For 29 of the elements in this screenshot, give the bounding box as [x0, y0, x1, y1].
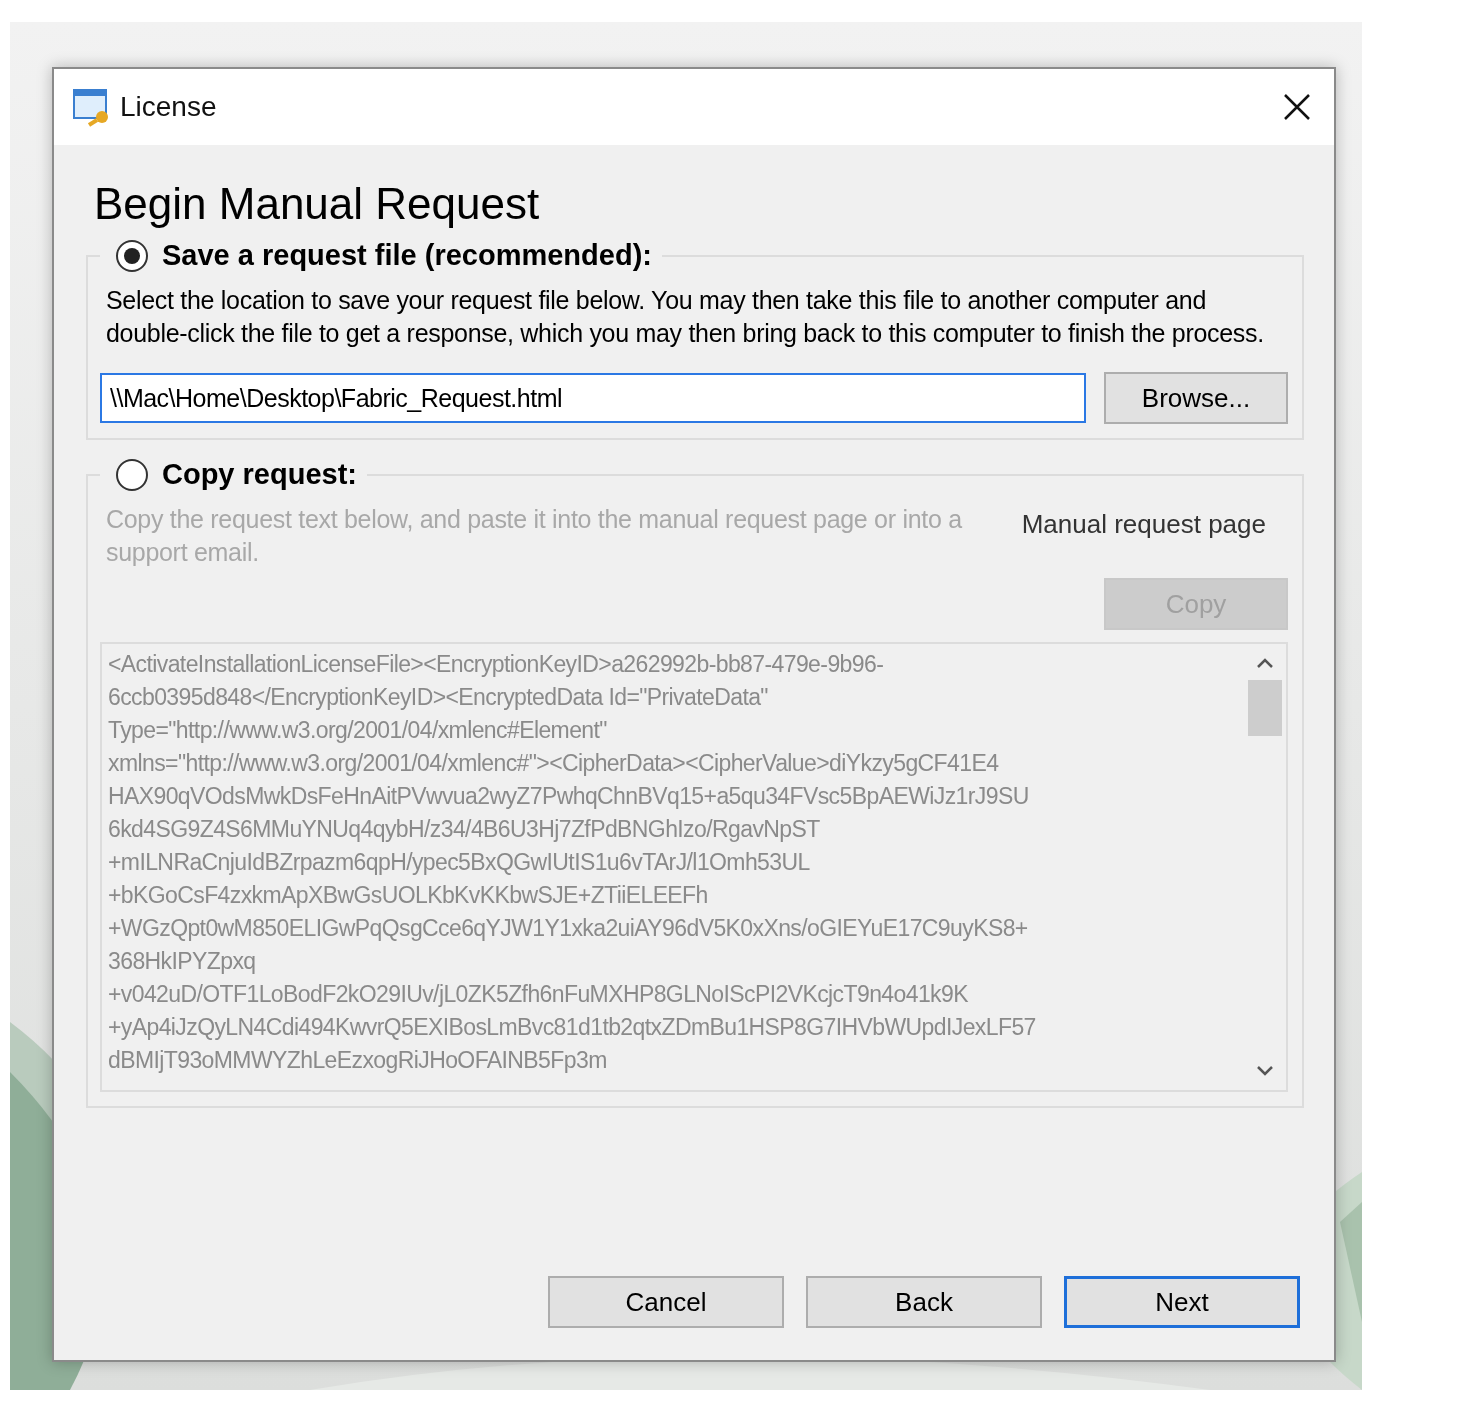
option-label[interactable]: Copy request: — [162, 458, 357, 491]
manual-request-link[interactable]: Manual request page — [1021, 509, 1266, 540]
option-label[interactable]: Save a request file (recommended): — [162, 239, 652, 272]
request-text-line: <ActivateInstallationLicenseFile><EncryptionKeyID>a262992b-bb87-479e-9b96- — [108, 650, 885, 679]
request-text-line: 368HkIPYZpxq — [108, 947, 257, 976]
request-text-line: 6kd4SG9Z4S6MMuYNUq4qybH/z34/4B6U3Hj7ZfPdBNGhIzo/RgavNpST — [108, 815, 821, 844]
scroll-thumb[interactable] — [1248, 680, 1282, 736]
file-path-field[interactable]: \\Mac\Home\Desktop\Fabric_Request.html — [100, 373, 1086, 423]
request-text-line: 6ccb0395d848</EncryptionKeyID><EncryptedData Id="PrivateData" — [108, 683, 769, 712]
dialog-button[interactable]: Cancel — [548, 1276, 784, 1328]
request-text-line: +bKGoCsF4zxkmApXBwGsUOLKbKvKKbwSJE+ZTiiELEEFh — [108, 881, 709, 910]
request-text-line: +mILNRaCnjuIdBZrpazm6qpH/ypec5BxQGwIUtIS1u6vTArJ/l1Omh53UL — [108, 848, 811, 877]
request-text-area[interactable] — [100, 642, 1288, 1092]
request-text-line: xmlns="http://www.w3.org/2001/04/xmlenc#"><CipherData><CipherValue>diYkzy5gCF41E4 — [108, 749, 1000, 778]
request-text-line: +yAp4iJzQyLN4Cdi494KwvrQ5EXIBosLmBvc81d1tb2qtxZDmBu1HSP8G7IHVbWUpdIJexLF57 — [108, 1013, 1037, 1042]
page-heading: Begin Manual Request — [94, 179, 541, 229]
radio-button[interactable] — [116, 239, 148, 272]
radio-button[interactable] — [116, 458, 148, 491]
request-text-line: dBMIjT93oMMWYZhLeEzxogRiJHoOFAINB5Fp3m — [108, 1046, 608, 1075]
request-text-line: Type="http://www.w3.org/2001/04/xmlenc#Element" — [108, 716, 608, 745]
description-text: Copy the request text below, and paste it into the manual request page or into a support email. — [106, 504, 963, 568]
description-text: Select the location to save your request file below. You may then take this file to another computer and double-click the file to get a response, which you may then bring back to this computer to finish the process. — [106, 285, 1265, 349]
dialog-button[interactable]: Next — [1064, 1276, 1300, 1328]
request-text-line: +WGzQpt0wM850ELIGwPqQsgCce6qYJW1Y1xka2uiAY96dV5K0xXns/oGIEYuE17C9uyKS8+ — [108, 914, 1029, 943]
request-text-line: HAX90qVOdsMwkDsFeHnAitPVwvua2wyZ7PwhqChnBVq15+a5qu34FVsc5BpAEWiJz1rJ9SU — [108, 782, 1030, 811]
browse-button[interactable]: Browse... — [1104, 372, 1288, 424]
window-title: License — [120, 91, 218, 123]
dialog-button[interactable]: Back — [806, 1276, 1042, 1328]
request-text-line: +v042uD/OTF1LoBodF2kO29IUv/jL0ZK5Zfh6nFuMXHP8GLNoIScPI2VKcjcT9n4o41k9K — [108, 980, 969, 1009]
